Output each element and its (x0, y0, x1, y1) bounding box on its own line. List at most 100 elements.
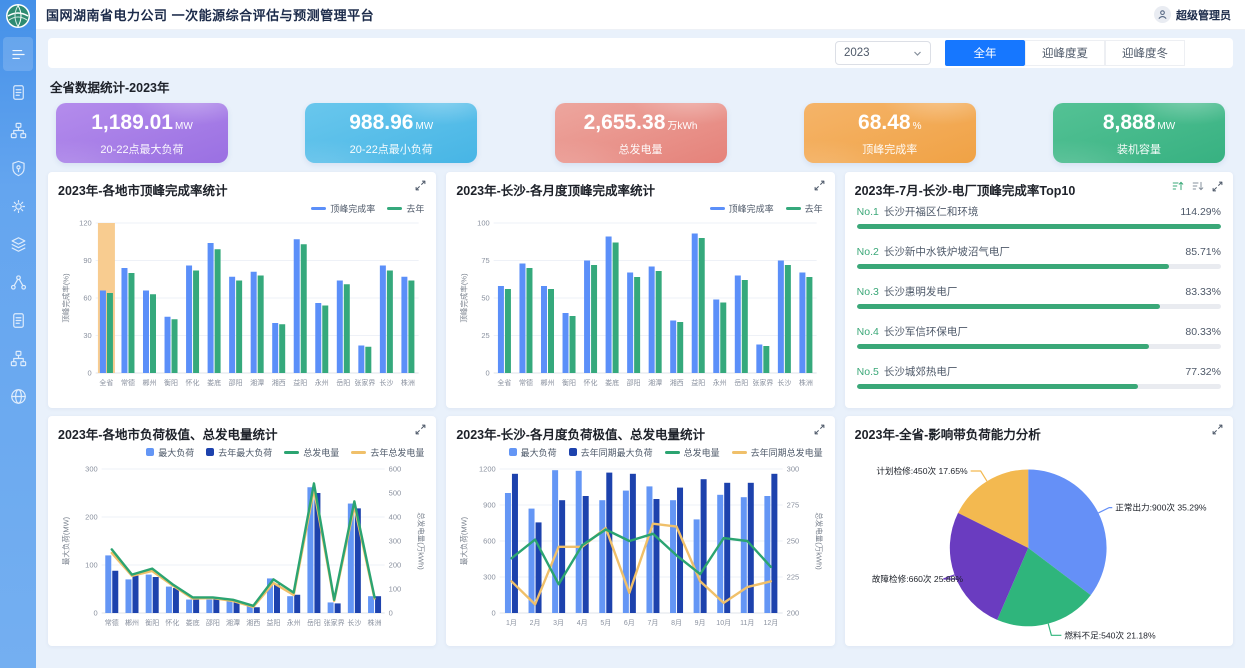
year-value: 2023 (844, 47, 870, 59)
panel-5: 2023年-长沙-各月度负荷极值、总发电量统计最大负荷去年同期最大负荷总发电量去… (446, 416, 834, 646)
svg-text:2月: 2月 (530, 619, 541, 627)
legend-label: 去年 (406, 202, 424, 215)
panel-header: 2023年-7月-长沙-电厂顶峰完成率Top10 (855, 180, 1223, 200)
svg-text:400: 400 (389, 513, 402, 522)
legend-swatch (206, 448, 214, 456)
stat-label: 总发电量 (619, 141, 663, 157)
svg-text:永州: 永州 (287, 618, 301, 627)
expand-button[interactable] (814, 424, 825, 435)
gear-icon (9, 197, 28, 216)
svg-text:3月: 3月 (553, 619, 564, 627)
stat-unit: MW (175, 121, 193, 132)
year-select[interactable]: 2023 (835, 41, 931, 65)
legend-swatch (710, 207, 725, 210)
svg-text:益阳: 益阳 (266, 618, 280, 627)
period-button-全年[interactable]: 全年 (945, 40, 1025, 66)
expand-button[interactable] (1212, 424, 1223, 435)
user-icon (1154, 6, 1171, 23)
globe-icon (9, 387, 28, 406)
top10-row-line: No.1长沙开福区仁和环境114.29% (857, 204, 1221, 219)
svg-text:60: 60 (83, 294, 91, 303)
expand-button[interactable] (415, 180, 426, 191)
svg-text:300: 300 (787, 465, 800, 474)
svg-text:275: 275 (787, 501, 800, 510)
legend-item: 去年 (786, 202, 823, 215)
sidebar-item-org-chart[interactable] (3, 113, 33, 147)
panel-title: 2023年-全省-影响带负荷能力分析 (855, 424, 1041, 443)
svg-text:120: 120 (79, 219, 92, 228)
panel-header: 2023年-长沙-各月度顶峰完成率统计 (456, 180, 824, 200)
svg-text:长沙: 长沙 (379, 378, 393, 387)
svg-text:张家界: 张家界 (753, 378, 774, 387)
sidebar-item-globe[interactable] (3, 379, 33, 413)
svg-text:总发电量(万kWh): 总发电量(万kWh) (417, 512, 427, 570)
sort-asc-button[interactable] (1172, 180, 1184, 192)
legend-item: 去年 (387, 202, 424, 215)
svg-text:湘潭: 湘潭 (250, 378, 264, 387)
sidebar (0, 0, 36, 668)
svg-text:衡阳: 衡阳 (562, 378, 576, 387)
svg-text:益阳: 益阳 (293, 378, 307, 387)
sidebar-item-gear[interactable] (3, 189, 33, 223)
panel-header: 2023年-各地市负荷极值、总发电量统计 (58, 424, 426, 444)
legend-label: 最大负荷 (158, 446, 194, 459)
chart-legend: 顶峰完成率去年 (456, 201, 822, 215)
legend-label: 去年总发电量 (370, 446, 424, 459)
sidebar-item-layers[interactable] (3, 227, 33, 261)
top10-plant-name: 长沙城郊热电厂 (884, 364, 1186, 379)
expand-button[interactable] (1212, 181, 1223, 192)
user-name: 超级管理员 (1176, 7, 1231, 23)
svg-text:娄底: 娄底 (207, 378, 221, 387)
expand-button[interactable] (814, 180, 825, 191)
svg-text:1月: 1月 (506, 619, 517, 627)
legend-label: 顶峰完成率 (729, 202, 774, 215)
panel-header: 2023年-长沙-各月度负荷极值、总发电量统计 (456, 424, 824, 444)
top10-plant-name: 长沙军信环保电厂 (884, 324, 1186, 339)
user-menu[interactable]: 超级管理员 (1154, 6, 1231, 23)
stat-value: 2,655.38万kWh (584, 110, 698, 139)
svg-text:9月: 9月 (695, 619, 706, 627)
svg-text:岳阳: 岳阳 (307, 618, 321, 627)
legend-item: 最大负荷 (509, 446, 557, 459)
svg-text:永州: 永州 (315, 378, 329, 387)
svg-text:郴州: 郴州 (541, 378, 555, 387)
chart-canvas: 03006009001200200225250275300最大负荷(MW)总发电… (456, 461, 824, 629)
svg-text:0: 0 (486, 369, 490, 378)
sidebar-item-document[interactable] (3, 75, 33, 109)
legend-swatch (509, 448, 517, 456)
sidebar-item-document[interactable] (3, 303, 33, 337)
top10-plant-name: 长沙新中水铁炉坡沼气电厂 (884, 244, 1186, 259)
svg-text:11月: 11月 (740, 619, 754, 627)
period-button-迎峰度冬[interactable]: 迎峰度冬 (1105, 40, 1185, 66)
section-title: 全省数据统计-2023年 (50, 77, 1231, 96)
sidebar-item-share-nodes[interactable] (3, 265, 33, 299)
sidebar-item-shield-key[interactable] (3, 151, 33, 185)
svg-text:250: 250 (787, 537, 800, 546)
sidebar-item-menu[interactable] (3, 37, 33, 71)
period-button-迎峰度夏[interactable]: 迎峰度夏 (1025, 40, 1105, 66)
expand-icon (415, 424, 426, 435)
svg-text:郴州: 郴州 (125, 618, 139, 627)
legend-label: 最大负荷 (521, 446, 557, 459)
stat-value: 8,888MW (1103, 110, 1175, 139)
svg-text:最大负荷(MW): 最大负荷(MW) (459, 516, 469, 565)
stat-label: 装机容量 (1117, 141, 1161, 157)
top10-progress-track (857, 224, 1221, 229)
top10-list: No.1长沙开福区仁和环境114.29%No.2长沙新中水铁炉坡沼气电厂85.7… (855, 200, 1223, 389)
expand-button[interactable] (415, 424, 426, 435)
legend-swatch (146, 448, 154, 456)
top10-rank: No.4 (857, 326, 879, 338)
svg-text:200: 200 (389, 561, 402, 570)
svg-text:顶峰完成率(%): 顶峰完成率(%) (459, 273, 469, 323)
svg-text:邵阳: 邵阳 (206, 618, 220, 627)
panel-title: 2023年-长沙-各月度负荷极值、总发电量统计 (456, 424, 705, 443)
svg-text:长沙: 长沙 (347, 618, 361, 627)
top10-row: No.5长沙城郊热电厂77.32% (857, 364, 1221, 389)
svg-text:计划检修:450次 17.65%: 计划检修:450次 17.65% (876, 465, 968, 476)
svg-text:全省: 全省 (99, 378, 113, 387)
svg-text:娄底: 娄底 (186, 618, 200, 627)
sort-desc-button[interactable] (1192, 180, 1204, 192)
app-logo (3, 1, 33, 31)
sidebar-item-org-chart[interactable] (3, 341, 33, 375)
svg-text:90: 90 (83, 256, 91, 265)
